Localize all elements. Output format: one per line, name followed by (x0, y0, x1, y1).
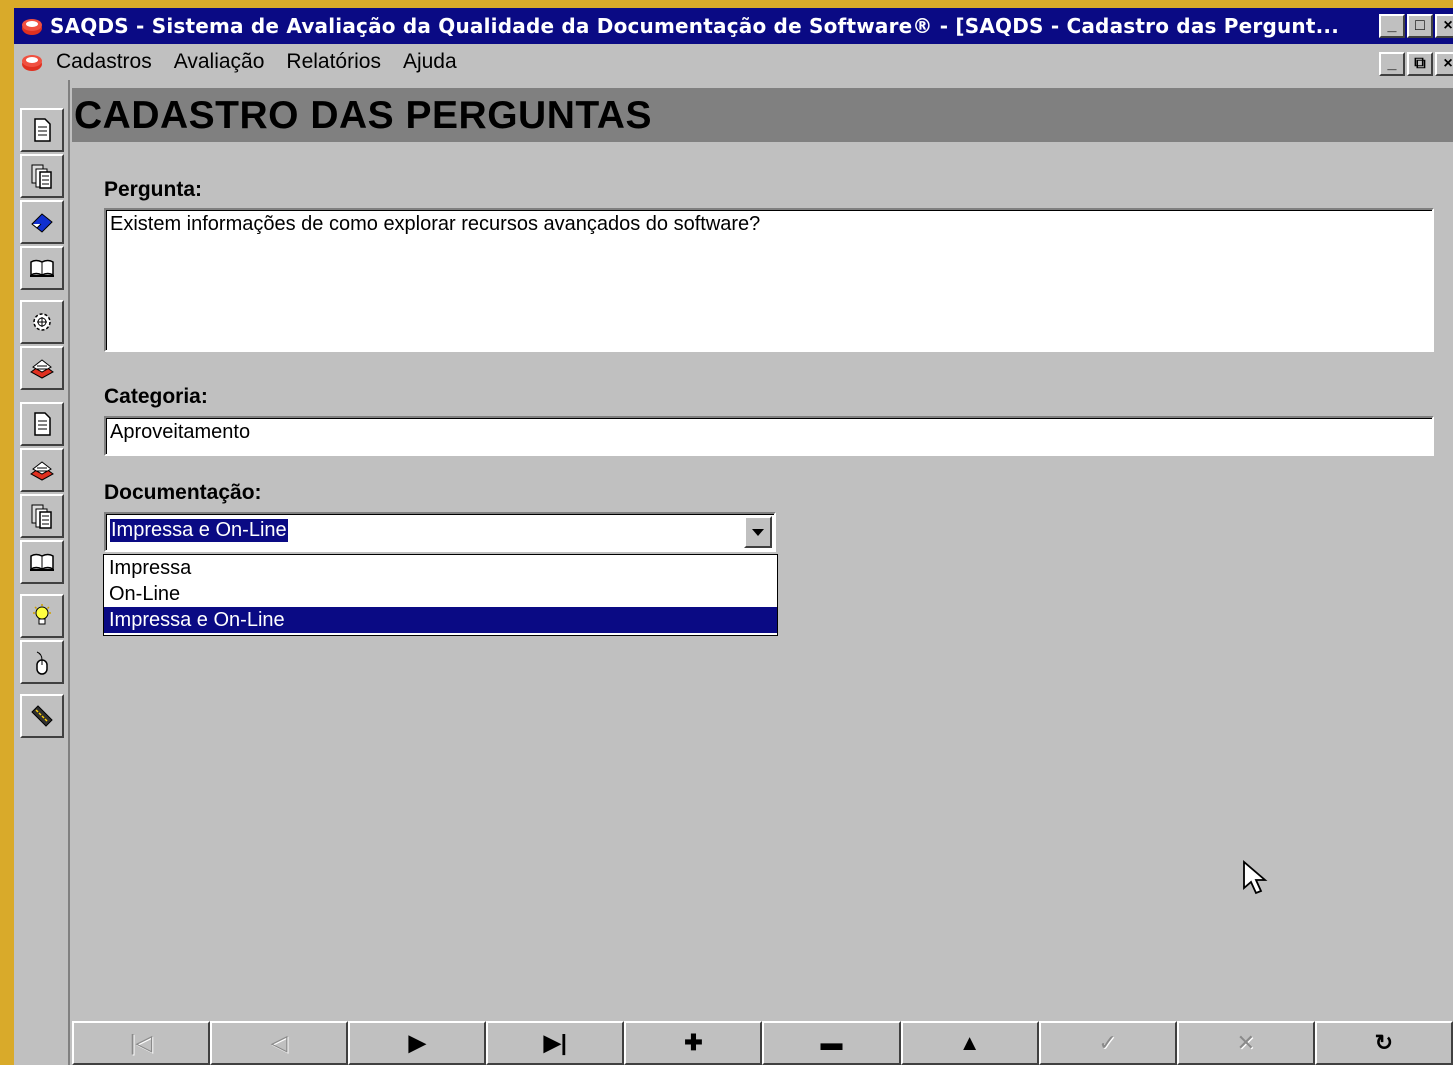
dropdown-arrow-button[interactable] (744, 516, 772, 548)
mdi-minimize-button[interactable]: _ (1379, 52, 1405, 76)
last-record-button[interactable]: ▶| (486, 1021, 625, 1065)
prior-record-icon: ◁ (270, 1030, 288, 1055)
pergunta-textarea[interactable]: Existem informações de como explorar rec… (104, 208, 1434, 352)
toolbar-ruler-button[interactable] (20, 694, 64, 738)
pergunta-label: Pergunta: (104, 178, 203, 201)
toolbar-document-button-2[interactable] (20, 402, 64, 446)
menu-avaliacao[interactable]: Avaliação (174, 50, 265, 74)
toolbar-mouse-button[interactable] (20, 640, 64, 684)
cancel-record-icon: ✕ (1236, 1030, 1256, 1055)
first-record-button[interactable]: |◁ (72, 1021, 211, 1065)
lightbulb-icon (33, 604, 51, 625)
last-record-icon: ▶| (543, 1030, 567, 1055)
categoria-field[interactable]: Aproveitamento (104, 416, 1434, 456)
documents-icon (31, 504, 52, 529)
insert-record-button[interactable]: ✚ (624, 1021, 763, 1065)
toolbar-gear-button[interactable] (20, 300, 64, 344)
toolbar-book-button[interactable] (20, 246, 64, 290)
chevron-down-icon (752, 529, 764, 536)
record-navigator: |◁ ◁ ▶ ▶| ✚ ▬ ▲ ✓ ✕ ↻ (72, 1021, 1453, 1065)
edit-record-button[interactable]: ▲ (900, 1021, 1039, 1065)
toolbar-lightbulb-button[interactable] (20, 594, 64, 638)
prior-record-button[interactable]: ◁ (210, 1021, 349, 1065)
categoria-label: Categoria: (104, 385, 208, 408)
refresh-button[interactable]: ↻ (1314, 1021, 1453, 1065)
first-record-icon: |◁ (129, 1030, 153, 1055)
menu-cadastros[interactable]: Cadastros (56, 50, 152, 74)
delete-record-icon: ▬ (820, 1030, 843, 1055)
documents-icon (31, 164, 52, 189)
dropdown-option-online[interactable]: On-Line (104, 581, 777, 607)
document-icon (34, 412, 51, 436)
header-band: CADASTRO DAS PERGUNTAS (72, 88, 1453, 142)
book-icon (30, 553, 54, 571)
gear-icon (33, 313, 51, 331)
toolbar-document-button[interactable] (20, 108, 64, 152)
title-bar[interactable]: SAQDS - Sistema de Avaliação da Qualidad… (14, 8, 1453, 44)
mouse-icon (36, 651, 48, 675)
form-area: CADASTRO DAS PERGUNTAS Pergunta: Existem… (72, 80, 1453, 1065)
document-icon (34, 118, 51, 142)
eraser-icon (31, 213, 53, 233)
toolbar-chemistry-button[interactable] (20, 346, 64, 390)
toolbar-documents-button[interactable] (20, 154, 64, 198)
toolbar-book-button-2[interactable] (20, 540, 64, 584)
minimize-button[interactable]: _ (1379, 14, 1405, 38)
post-record-button[interactable]: ✓ (1038, 1021, 1177, 1065)
chemistry-icon (30, 461, 54, 481)
next-record-icon: ▶ (408, 1030, 426, 1055)
mdi-child-logo-icon[interactable] (20, 50, 44, 74)
maximize-button[interactable]: □ (1407, 14, 1433, 38)
cancel-record-button[interactable]: ✕ (1176, 1021, 1315, 1065)
dropdown-option-impressa-online[interactable]: Impressa e On-Line (104, 607, 777, 633)
book-icon (30, 259, 54, 277)
menu-bar: Cadastros Avaliação Relatórios Ajuda _ ⧉… (14, 46, 1453, 78)
app-window: SAQDS - Sistema de Avaliação da Qualidad… (14, 8, 1453, 1065)
window-controls: _ □ × (1379, 14, 1453, 38)
window-title: SAQDS - Sistema de Avaliação da Qualidad… (50, 14, 1340, 38)
mdi-close-button[interactable]: × (1435, 52, 1453, 76)
app-logo-icon (22, 19, 42, 35)
page-title: CADASTRO DAS PERGUNTAS (74, 94, 652, 137)
chemistry-icon (30, 359, 54, 379)
left-toolbar (14, 80, 70, 1065)
menu-ajuda[interactable]: Ajuda (403, 50, 457, 74)
mdi-restore-button[interactable]: ⧉ (1407, 52, 1433, 76)
documentacao-label: Documentação: (104, 481, 262, 504)
mdi-controls: _ ⧉ × (1379, 52, 1453, 76)
toolbar-chemistry-button-2[interactable] (20, 448, 64, 492)
documentacao-dropdown-list: Impressa On-Line Impressa e On-Line (103, 554, 778, 636)
toolbar-eraser-button[interactable] (20, 200, 64, 244)
menu-relatorios[interactable]: Relatórios (286, 50, 381, 74)
toolbar-documents-button-2[interactable] (20, 494, 64, 538)
next-record-button[interactable]: ▶ (348, 1021, 487, 1065)
ruler-icon (31, 705, 53, 727)
dropdown-option-impressa[interactable]: Impressa (104, 555, 777, 581)
refresh-icon: ↻ (1374, 1030, 1394, 1055)
close-button[interactable]: × (1435, 14, 1453, 38)
post-record-icon: ✓ (1098, 1030, 1117, 1055)
edit-record-icon: ▲ (958, 1030, 981, 1055)
documentacao-combobox[interactable]: Impressa e On-Line (104, 512, 776, 552)
documentacao-selected-value: Impressa e On-Line (110, 519, 288, 542)
mouse-pointer-icon (1243, 860, 1268, 895)
delete-record-button[interactable]: ▬ (762, 1021, 901, 1065)
insert-record-icon: ✚ (684, 1030, 703, 1055)
